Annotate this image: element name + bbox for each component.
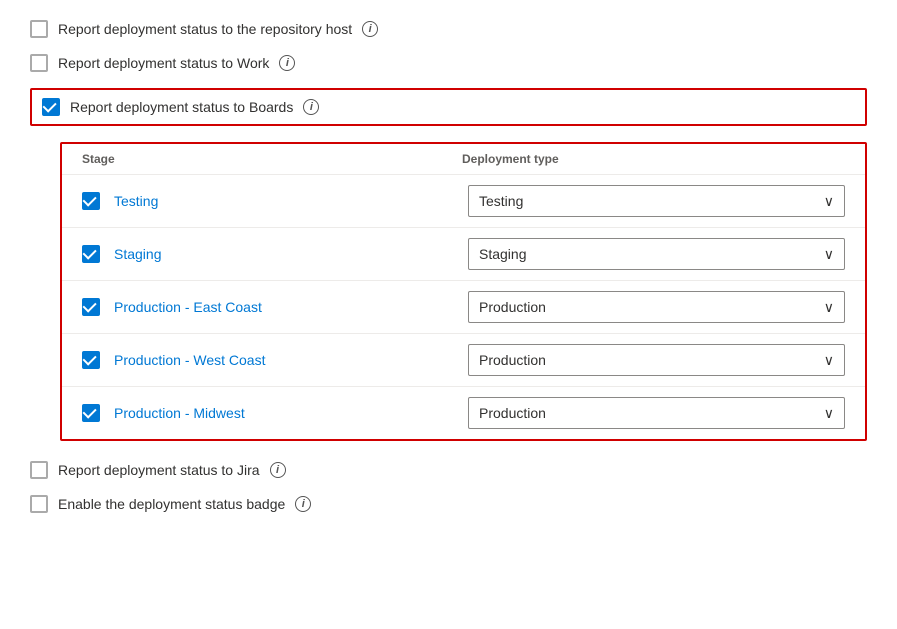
- deployment-value-1: Staging: [479, 246, 526, 262]
- stages-header: Stage Deployment type: [62, 144, 865, 174]
- deployment-select-0[interactable]: Testing ∨: [468, 185, 845, 217]
- option-jira: Report deployment status to Jira i: [30, 461, 867, 479]
- stage-name-0: Testing: [114, 193, 454, 209]
- stage-row: Production - East Coast Production ∨: [62, 280, 865, 333]
- header-stage: Stage: [82, 152, 462, 166]
- info-icon-boards[interactable]: i: [303, 99, 319, 115]
- stage-row: Staging Staging ∨: [62, 227, 865, 280]
- chevron-down-icon: ∨: [824, 299, 834, 316]
- option-work: Report deployment status to Work i: [30, 54, 867, 72]
- deployment-select-1[interactable]: Staging ∨: [468, 238, 845, 270]
- header-deployment-type: Deployment type: [462, 152, 845, 166]
- chevron-down-icon: ∨: [824, 405, 834, 422]
- chevron-down-icon: ∨: [824, 352, 834, 369]
- checkbox-stage-2[interactable]: [82, 298, 100, 316]
- stage-name-1: Staging: [114, 246, 454, 262]
- option-repo-host: Report deployment status to the reposito…: [30, 20, 867, 38]
- stage-row: Testing Testing ∨: [62, 174, 865, 227]
- info-icon-jira[interactable]: i: [270, 462, 286, 478]
- stage-name-2: Production - East Coast: [114, 299, 454, 315]
- label-repo-host: Report deployment status to the reposito…: [58, 21, 352, 37]
- deployment-select-4[interactable]: Production ∨: [468, 397, 845, 429]
- option-boards: Report deployment status to Boards i: [30, 88, 867, 126]
- info-icon-badge[interactable]: i: [295, 496, 311, 512]
- chevron-down-icon: ∨: [824, 246, 834, 263]
- deployment-value-4: Production: [479, 405, 546, 421]
- checkbox-stage-0[interactable]: [82, 192, 100, 210]
- stage-name-4: Production - Midwest: [114, 405, 454, 421]
- checkbox-stage-4[interactable]: [82, 404, 100, 422]
- checkbox-badge[interactable]: [30, 495, 48, 513]
- stage-name-3: Production - West Coast: [114, 352, 454, 368]
- label-boards: Report deployment status to Boards: [70, 99, 293, 115]
- deployment-value-2: Production: [479, 299, 546, 315]
- checkbox-jira[interactable]: [30, 461, 48, 479]
- option-badge: Enable the deployment status badge i: [30, 495, 867, 513]
- info-icon-work[interactable]: i: [279, 55, 295, 71]
- stages-container: Stage Deployment type TestingTesting∨Sta…: [60, 142, 867, 441]
- label-badge: Enable the deployment status badge: [58, 496, 285, 512]
- deployment-value-3: Production: [479, 352, 546, 368]
- deployment-select-2[interactable]: Production ∨: [468, 291, 845, 323]
- checkbox-repo-host[interactable]: [30, 20, 48, 38]
- label-jira: Report deployment status to Jira: [58, 462, 260, 478]
- stage-row: Production - West Coast Production ∨: [62, 333, 865, 386]
- checkbox-boards[interactable]: [42, 98, 60, 116]
- deployment-value-0: Testing: [479, 193, 523, 209]
- checkbox-work[interactable]: [30, 54, 48, 72]
- checkbox-stage-1[interactable]: [82, 245, 100, 263]
- stage-row: Production - Midwest Production ∨: [62, 386, 865, 439]
- checkbox-stage-3[interactable]: [82, 351, 100, 369]
- chevron-down-icon: ∨: [824, 193, 834, 210]
- deployment-select-3[interactable]: Production ∨: [468, 344, 845, 376]
- label-work: Report deployment status to Work: [58, 55, 269, 71]
- info-icon-repo-host[interactable]: i: [362, 21, 378, 37]
